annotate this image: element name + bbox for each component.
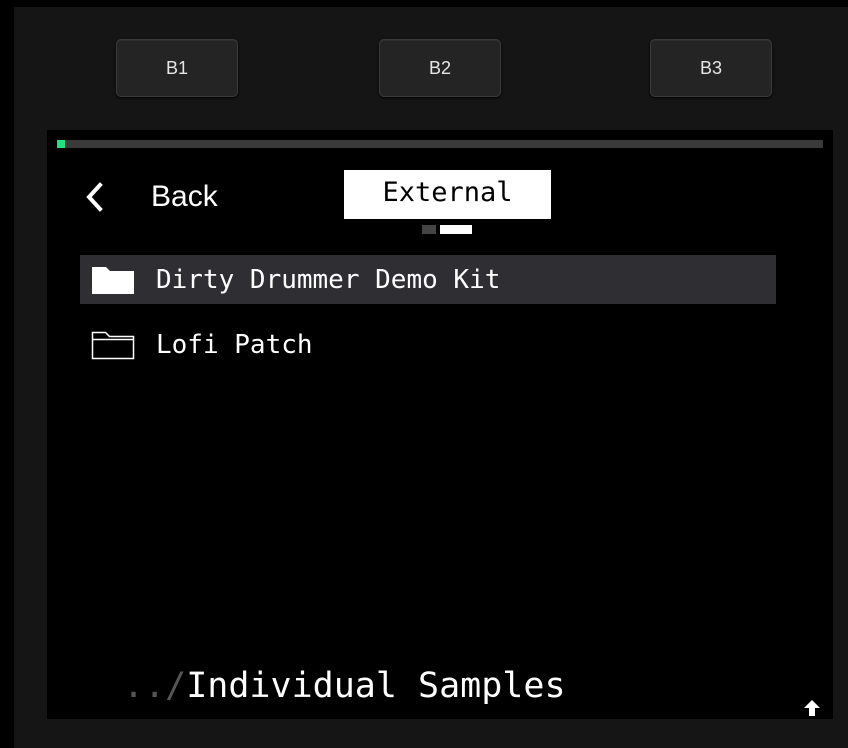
location-tab[interactable]: External (344, 170, 551, 219)
item-name: Dirty Drummer Demo Kit (156, 264, 501, 295)
b3-button[interactable]: B3 (650, 39, 772, 97)
page-indicator (422, 225, 472, 234)
progress-fill (57, 140, 65, 148)
file-list: Dirty Drummer Demo Kit Lofi Patch (80, 255, 776, 385)
page-dot (422, 225, 436, 234)
back-button[interactable]: Back (85, 176, 218, 218)
arrow-up-icon (804, 700, 820, 716)
item-name: Lofi Patch (156, 329, 313, 360)
device-panel: B1 B2 B3 Back External Dirty Drummer Dem… (14, 7, 848, 748)
b2-button[interactable]: B2 (379, 39, 501, 97)
list-item[interactable]: Lofi Patch (80, 320, 776, 369)
display-screen: Back External Dirty Drummer Demo Kit Lof… (47, 130, 833, 719)
page-dot-active (440, 225, 472, 234)
folder-outline-icon (91, 330, 135, 360)
current-path: ../Individual Samples (123, 666, 566, 706)
path-current: Individual Samples (186, 666, 566, 706)
folder-filled-icon (91, 265, 135, 295)
chevron-left-icon (86, 182, 103, 212)
list-item[interactable]: Dirty Drummer Demo Kit (80, 255, 776, 304)
path-parent: ../ (123, 666, 187, 706)
b1-button[interactable]: B1 (116, 39, 238, 97)
progress-bar (57, 140, 823, 148)
back-label: Back (151, 180, 218, 213)
